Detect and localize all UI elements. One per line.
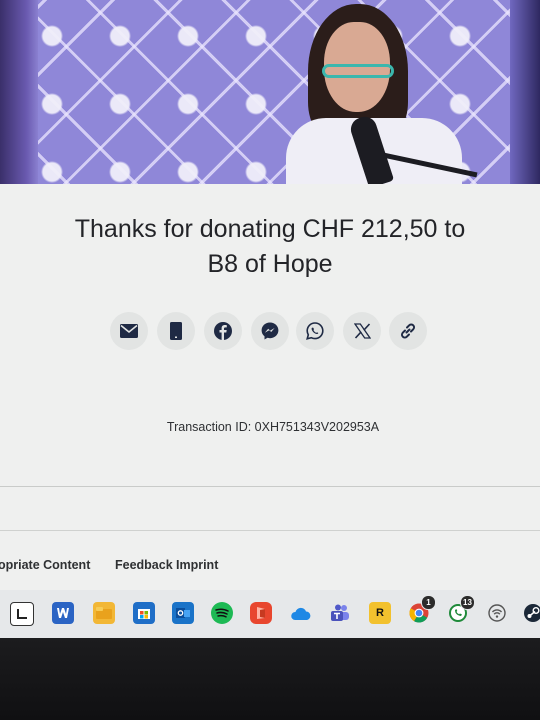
whatsapp-share-button[interactable] bbox=[296, 312, 334, 350]
transaction-id: Transaction ID: 0XH751343V202953A bbox=[166, 420, 380, 434]
word-icon[interactable] bbox=[52, 602, 74, 624]
spotify-icon[interactable] bbox=[211, 602, 233, 624]
copy-link-button[interactable] bbox=[389, 312, 427, 350]
divider bbox=[0, 530, 540, 531]
x-icon bbox=[353, 323, 371, 339]
footer-link-inappropriate-content[interactable]: opriate Content bbox=[0, 558, 90, 572]
sms-share-button[interactable] bbox=[157, 312, 195, 350]
thank-you-line-1: Thanks for donating CHF 212,50 to bbox=[74, 215, 466, 243]
office-icon[interactable] bbox=[250, 602, 272, 624]
messenger-share-button[interactable] bbox=[251, 312, 289, 350]
store-icon[interactable] bbox=[133, 602, 155, 624]
thank-you-message: Thanks for donating CHF 212,50 to B8 of … bbox=[40, 212, 500, 282]
file-explorer-icon[interactable] bbox=[10, 602, 34, 626]
x-share-button[interactable] bbox=[343, 312, 381, 350]
wifi-icon[interactable] bbox=[486, 602, 508, 624]
speaker-glasses bbox=[322, 64, 394, 78]
whatsapp-notification-badge: 13 bbox=[460, 595, 475, 610]
outlook-icon[interactable] bbox=[172, 602, 194, 624]
whatsapp-taskbar-icon[interactable]: 13 bbox=[447, 595, 475, 624]
footer-links: opriate Content Feedback Imprint bbox=[0, 558, 540, 578]
envelope-icon bbox=[120, 324, 138, 338]
hero-curtain-left bbox=[0, 0, 38, 186]
rockstar-icon[interactable]: R bbox=[369, 602, 391, 624]
steam-icon[interactable] bbox=[522, 602, 540, 624]
share-buttons-row bbox=[0, 312, 540, 352]
link-icon bbox=[400, 323, 416, 339]
messenger-icon bbox=[261, 322, 279, 340]
whatsapp-icon bbox=[306, 322, 324, 340]
facebook-share-button[interactable] bbox=[204, 312, 242, 350]
donation-confirmation-card: Thanks for donating CHF 212,50 to B8 of … bbox=[0, 184, 540, 636]
thank-you-line-2: B8 of Hope bbox=[207, 250, 333, 278]
taskbar: R 1 13 bbox=[0, 590, 540, 638]
speaker-figure bbox=[282, 0, 478, 186]
email-share-button[interactable] bbox=[110, 312, 148, 350]
hero-curtain-right bbox=[510, 0, 540, 186]
folder-icon[interactable] bbox=[93, 602, 115, 624]
hero-photo bbox=[0, 0, 540, 186]
footer-link-feedback[interactable]: Feedback bbox=[115, 558, 173, 572]
phone-icon bbox=[170, 322, 182, 340]
chrome-icon[interactable]: 1 bbox=[408, 595, 436, 624]
chrome-notification-badge: 1 bbox=[421, 595, 436, 610]
divider bbox=[0, 486, 540, 487]
facebook-icon bbox=[214, 322, 232, 340]
teams-icon[interactable] bbox=[329, 602, 351, 624]
rockstar-letter: R bbox=[376, 607, 384, 619]
monitor-bezel bbox=[0, 638, 540, 720]
onedrive-icon[interactable] bbox=[290, 602, 312, 624]
footer-link-imprint[interactable]: Imprint bbox=[176, 558, 218, 572]
